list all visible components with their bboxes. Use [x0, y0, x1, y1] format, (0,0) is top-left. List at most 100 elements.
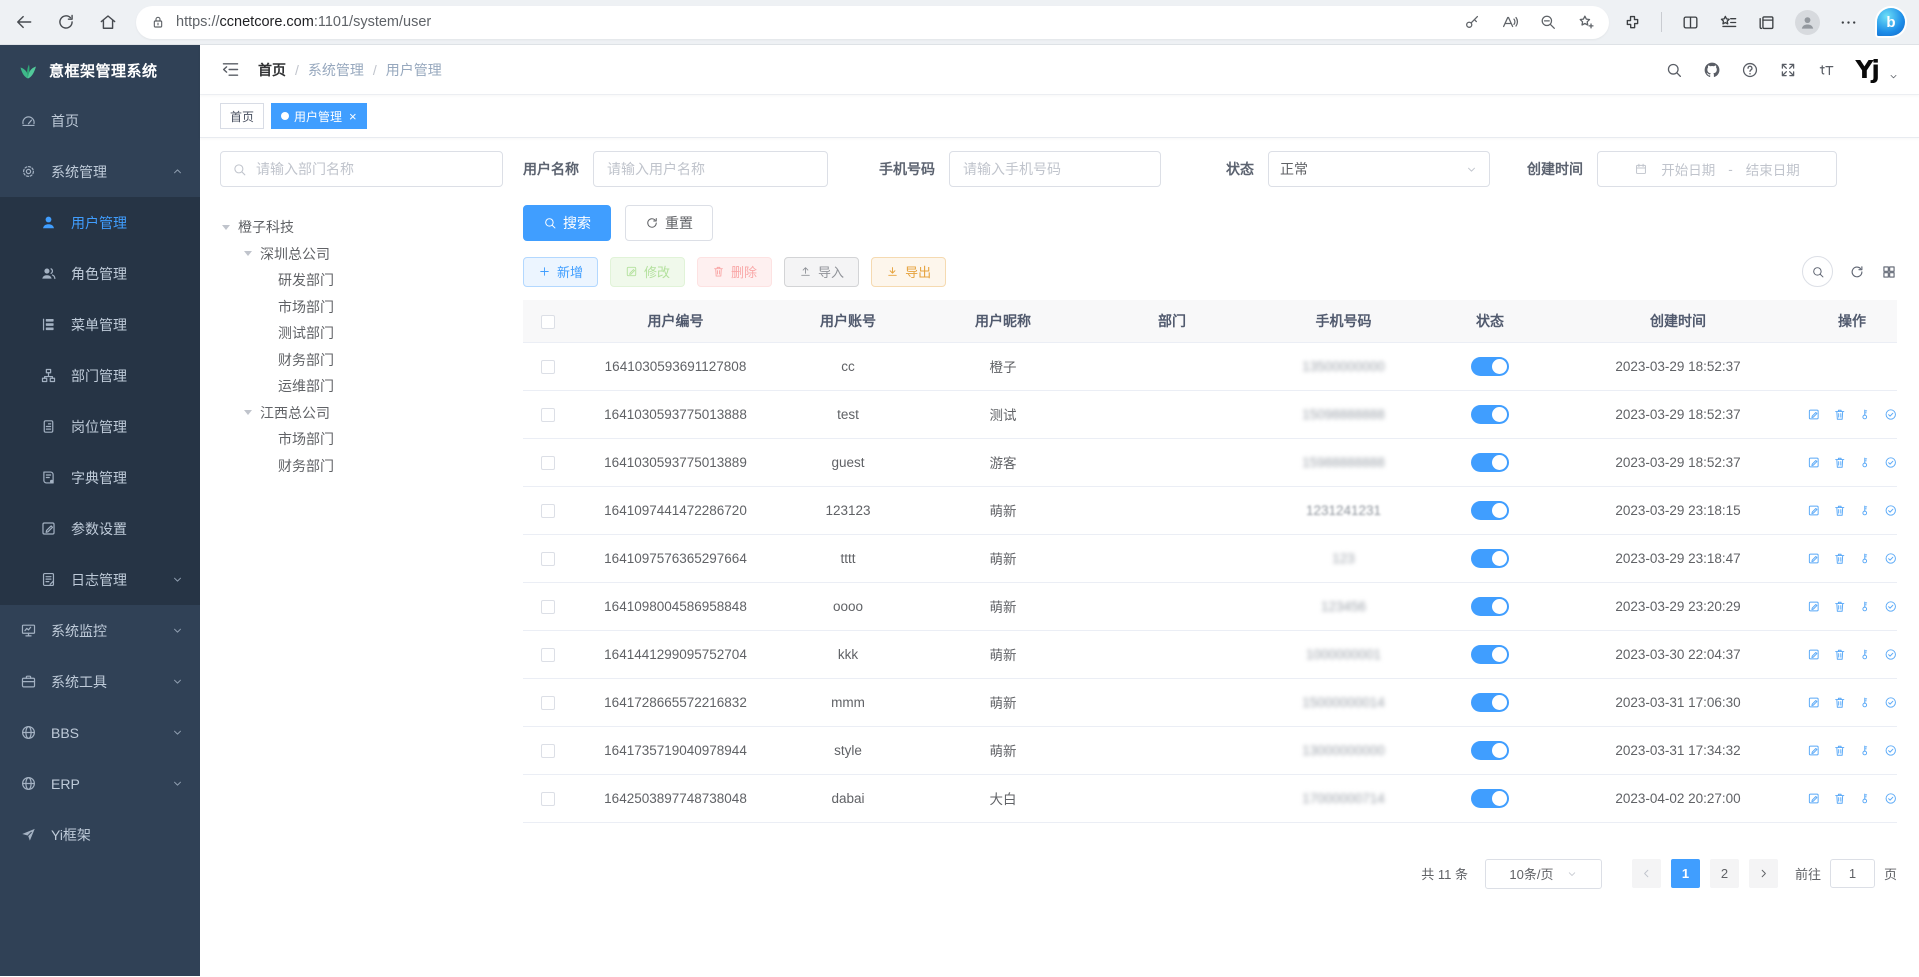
expand-arrow-icon[interactable] [244, 410, 252, 415]
tree-node-dept[interactable]: 研发部门 [220, 267, 503, 294]
split-screen-icon[interactable] [1681, 13, 1700, 32]
edit-button[interactable]: 修改 [610, 257, 685, 287]
row-checkbox[interactable] [541, 648, 555, 662]
sidebar-item-parameters[interactable]: 参数设置 [0, 503, 200, 554]
assign-role-icon[interactable] [1884, 791, 1898, 806]
reset-password-icon[interactable] [1858, 695, 1872, 710]
row-checkbox[interactable] [541, 552, 555, 566]
search-button[interactable]: 搜索 [523, 205, 611, 241]
date-range-picker[interactable]: 开始日期 - 结束日期 [1597, 151, 1837, 187]
status-toggle[interactable] [1471, 549, 1509, 568]
tree-node-dept[interactable]: 市场部门 [220, 426, 503, 453]
status-toggle[interactable] [1471, 597, 1509, 616]
tree-node-dept[interactable]: 财务部门 [220, 347, 503, 374]
edit-row-icon[interactable] [1807, 647, 1821, 662]
add-favorite-icon[interactable] [1577, 13, 1595, 31]
collections-icon[interactable] [1757, 13, 1776, 32]
edit-row-icon[interactable] [1807, 503, 1821, 518]
search-icon[interactable] [1665, 61, 1683, 79]
import-button[interactable]: 导入 [784, 257, 859, 287]
read-aloud-icon[interactable] [1501, 13, 1519, 31]
assign-role-icon[interactable] [1884, 695, 1898, 710]
delete-row-icon[interactable] [1833, 599, 1847, 614]
tree-node-dept[interactable]: 运维部门 [220, 373, 503, 400]
reset-password-icon[interactable] [1858, 743, 1872, 758]
status-select[interactable]: 正常 [1268, 151, 1490, 187]
status-toggle[interactable] [1471, 501, 1509, 520]
column-settings-button[interactable] [1881, 264, 1897, 280]
assign-role-icon[interactable] [1884, 647, 1898, 662]
phone-input[interactable] [949, 151, 1161, 187]
prev-page-button[interactable] [1632, 859, 1661, 888]
status-toggle[interactable] [1471, 405, 1509, 424]
delete-row-icon[interactable] [1833, 695, 1847, 710]
browser-profile-avatar[interactable] [1795, 10, 1820, 35]
status-toggle[interactable] [1471, 741, 1509, 760]
fullscreen-icon[interactable] [1779, 61, 1797, 79]
status-toggle[interactable] [1471, 693, 1509, 712]
user-logo-avatar[interactable]: Yj [1855, 57, 1878, 82]
refresh-table-button[interactable] [1849, 264, 1865, 280]
row-checkbox[interactable] [541, 792, 555, 806]
status-toggle[interactable] [1471, 453, 1509, 472]
edit-row-icon[interactable] [1807, 599, 1821, 614]
sidebar-item-bbs[interactable]: BBS [0, 707, 200, 758]
sidebar-item-monitor[interactable]: 系统监控 [0, 605, 200, 656]
row-checkbox[interactable] [541, 360, 555, 374]
delete-row-icon[interactable] [1833, 647, 1847, 662]
department-search-input[interactable] [256, 161, 491, 177]
reset-password-icon[interactable] [1858, 407, 1872, 422]
reset-password-icon[interactable] [1858, 791, 1872, 806]
tree-node-branch[interactable]: 深圳总公司 [220, 241, 503, 268]
tree-node-branch[interactable]: 江西总公司 [220, 400, 503, 427]
bing-chat-icon[interactable]: b [1877, 8, 1905, 36]
row-checkbox[interactable] [541, 696, 555, 710]
status-toggle[interactable] [1471, 789, 1509, 808]
sidebar-item-yiframe[interactable]: Yi框架 [0, 809, 200, 860]
delete-row-icon[interactable] [1833, 791, 1847, 806]
reset-password-icon[interactable] [1858, 647, 1872, 662]
username-input[interactable] [593, 151, 828, 187]
browser-more-icon[interactable] [1839, 13, 1858, 32]
extensions-icon[interactable] [1623, 13, 1642, 32]
department-search-box[interactable] [220, 151, 503, 187]
close-tab-icon[interactable]: × [349, 109, 357, 124]
assign-role-icon[interactable] [1884, 551, 1898, 566]
sidebar-item-logs[interactable]: 日志管理 [0, 554, 200, 605]
breadcrumb-system[interactable]: 系统管理 [308, 60, 364, 80]
show-search-button[interactable] [1802, 256, 1833, 287]
reset-password-icon[interactable] [1858, 551, 1872, 566]
sidebar-item-home[interactable]: 首页 [0, 95, 200, 146]
browser-refresh-icon[interactable] [56, 12, 76, 32]
tree-node-dept[interactable]: 测试部门 [220, 320, 503, 347]
lock-icon[interactable] [150, 14, 166, 30]
sidebar-item-system[interactable]: 系统管理 [0, 146, 200, 197]
password-key-icon[interactable] [1463, 13, 1481, 31]
font-size-icon[interactable] [1817, 61, 1835, 79]
zoom-out-icon[interactable] [1539, 13, 1557, 31]
tree-node-dept[interactable]: 财务部门 [220, 453, 503, 480]
tree-node-company[interactable]: 橙子科技 [220, 214, 503, 241]
status-toggle[interactable] [1471, 645, 1509, 664]
delete-row-icon[interactable] [1833, 551, 1847, 566]
sidebar-item-erp[interactable]: ERP [0, 758, 200, 809]
reset-password-icon[interactable] [1858, 599, 1872, 614]
delete-row-icon[interactable] [1833, 455, 1847, 470]
sidebar-item-tools[interactable]: 系统工具 [0, 656, 200, 707]
tab-home[interactable]: 首页 [220, 103, 264, 129]
sidebar-item-users[interactable]: 用户管理 [0, 197, 200, 248]
page-button-2[interactable]: 2 [1710, 859, 1739, 888]
tab-user-management[interactable]: 用户管理 × [271, 103, 367, 129]
reset-button[interactable]: 重置 [625, 205, 713, 241]
add-button[interactable]: 新增 [523, 257, 598, 287]
assign-role-icon[interactable] [1884, 455, 1898, 470]
sidebar-item-departments[interactable]: 部门管理 [0, 350, 200, 401]
expand-arrow-icon[interactable] [244, 251, 252, 256]
tree-node-dept[interactable]: 市场部门 [220, 294, 503, 321]
row-checkbox[interactable] [541, 456, 555, 470]
github-icon[interactable] [1703, 61, 1721, 79]
assign-role-icon[interactable] [1884, 503, 1898, 518]
export-button[interactable]: 导出 [871, 257, 946, 287]
select-all-checkbox[interactable] [541, 315, 555, 329]
edit-row-icon[interactable] [1807, 407, 1821, 422]
